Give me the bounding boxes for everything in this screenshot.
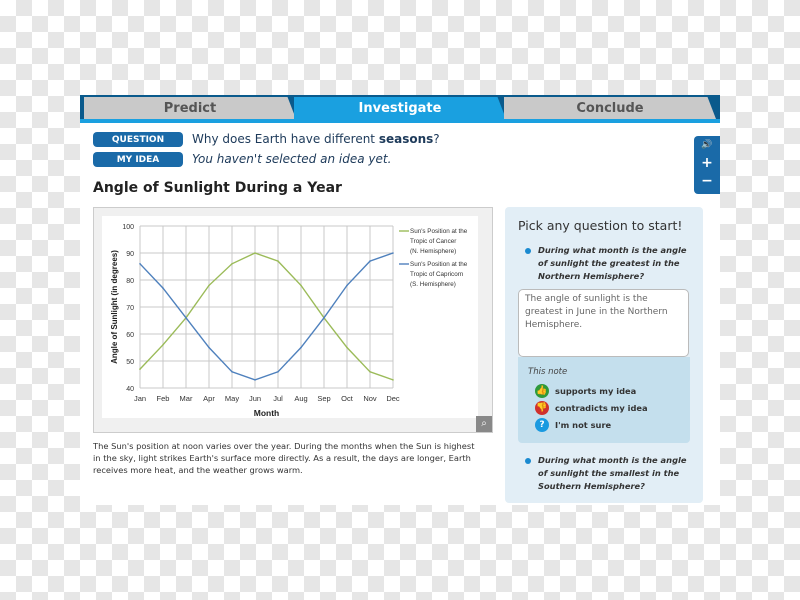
supports-label: supports my idea: [555, 386, 637, 396]
data-point: [139, 263, 141, 265]
zoom-in-button[interactable]: +: [694, 154, 720, 172]
note-textarea[interactable]: The angle of sunlight is the greatest in…: [518, 289, 689, 357]
data-point: [185, 317, 187, 319]
line-chart: 40 50 60 70 80 90 100 Jan Feb Mar Apr May Jun Jul Aug S…: [102, 216, 478, 418]
question-text-post: ?: [433, 132, 440, 146]
question-item-2-text: During what month is the angle of sunlig…: [538, 455, 687, 491]
question-panel: Pick any question to start! During what …: [505, 207, 703, 503]
y-tick-label: 60: [126, 332, 134, 339]
data-point: [346, 284, 348, 287]
tab-conclude[interactable]: Conclude: [504, 97, 716, 119]
app-window: Predict Investigate Conclude QUESTION Wh…: [80, 95, 720, 505]
question-text: Why does Earth have different seasons?: [192, 132, 440, 146]
tab-predict[interactable]: Predict: [84, 97, 296, 119]
not-sure-option[interactable]: ? I'm not sure: [535, 418, 611, 432]
x-tick-label: Oct: [341, 394, 354, 403]
thumbs-up-icon: 👍: [535, 384, 549, 398]
note-evaluation: This note 👍 supports my idea 👎 contradicts…: [518, 357, 690, 443]
x-tick-label: May: [225, 394, 239, 403]
x-tick-label: Aug: [294, 394, 307, 403]
legend-label: Tropic of Capricorn: [410, 271, 464, 278]
legend-label: (S. Hemisphere): [410, 281, 456, 288]
description: The Sun's position at noon varies over t…: [93, 441, 475, 475]
x-tick-label: Sep: [317, 394, 330, 403]
x-tick-label: Mar: [180, 394, 193, 403]
data-point: [277, 371, 279, 373]
data-point: [392, 379, 394, 381]
data-point: [231, 371, 233, 373]
y-tick-label: 80: [126, 278, 134, 285]
data-point: [369, 371, 371, 373]
question-text-bold: seasons: [378, 132, 434, 146]
data-point: [300, 284, 302, 287]
tab-bar: Predict Investigate Conclude: [80, 95, 720, 123]
y-tick-label: 40: [126, 386, 134, 393]
x-tick-label: Feb: [157, 394, 170, 403]
note-label: This note: [528, 367, 568, 377]
section-title: Angle of Sunlight During a Year: [93, 180, 342, 196]
y-tick-label: 50: [126, 359, 134, 366]
question-badge: QUESTION: [93, 132, 183, 147]
question-item-1[interactable]: During what month is the angle of sunlig…: [525, 244, 693, 283]
zoom-out-button[interactable]: −: [694, 172, 720, 190]
supports-option[interactable]: 👍 supports my idea: [535, 384, 636, 398]
x-tick-label: Jan: [134, 394, 146, 403]
x-tick-label: Jul: [273, 394, 283, 403]
panel-heading: Pick any question to start!: [518, 218, 683, 233]
data-point: [392, 252, 394, 254]
not-sure-label: I'm not sure: [555, 420, 612, 430]
data-point: [254, 379, 256, 381]
y-tick-label: 70: [126, 305, 134, 312]
question-text-pre: Why does Earth have different: [192, 132, 379, 146]
y-tick-label: 90: [126, 251, 134, 258]
data-point: [369, 260, 371, 262]
data-point: [231, 263, 233, 265]
x-tick-label: Nov: [363, 394, 377, 403]
magnify-icon[interactable]: ⌕: [476, 416, 492, 432]
legend-label: Sun's Position at the: [410, 228, 468, 235]
x-tick-label: Apr: [203, 394, 215, 403]
data-point: [208, 284, 210, 287]
my-idea-badge: MY IDEA: [93, 152, 183, 167]
x-axis-label: Month: [254, 408, 280, 418]
data-point: [139, 368, 141, 370]
tab-investigate[interactable]: Investigate: [294, 97, 506, 119]
legend-label: Tropic of Cancer: [410, 238, 456, 245]
legend-label: Sun's Position at the: [410, 261, 468, 268]
question-item-2[interactable]: During what month is the angle of sunlig…: [525, 454, 693, 493]
x-tick-label: Jun: [249, 394, 261, 403]
data-point: [208, 346, 210, 349]
bullet-icon: [525, 458, 531, 464]
legend-label: (N. Hemisphere): [410, 248, 456, 255]
y-axis-label: Angle of Sunlight (in degrees): [110, 250, 119, 364]
chart-container: 40 50 60 70 80 90 100 Jan Feb Mar Apr May Jun Jul Aug S…: [93, 207, 493, 433]
data-point: [323, 317, 325, 319]
y-tick-label: 100: [122, 224, 134, 231]
data-point: [254, 252, 256, 254]
contradicts-label: contradicts my idea: [555, 403, 648, 413]
bullet-icon: [525, 248, 531, 254]
data-point: [162, 344, 164, 346]
question-mark-icon: ?: [535, 418, 549, 432]
data-point: [162, 287, 164, 289]
audio-icon[interactable]: 🔊: [694, 136, 720, 154]
contradicts-option[interactable]: 👎 contradicts my idea: [535, 401, 648, 415]
question-item-1-text: During what month is the angle of sunlig…: [538, 245, 687, 281]
data-point: [300, 346, 302, 349]
my-idea-text: You haven't selected an idea yet.: [192, 152, 392, 166]
data-point: [277, 260, 279, 262]
side-controls: 🔊 + −: [694, 136, 720, 194]
data-point: [346, 346, 348, 349]
x-tick-label: Dec: [386, 394, 400, 403]
thumbs-down-icon: 👎: [535, 401, 549, 415]
